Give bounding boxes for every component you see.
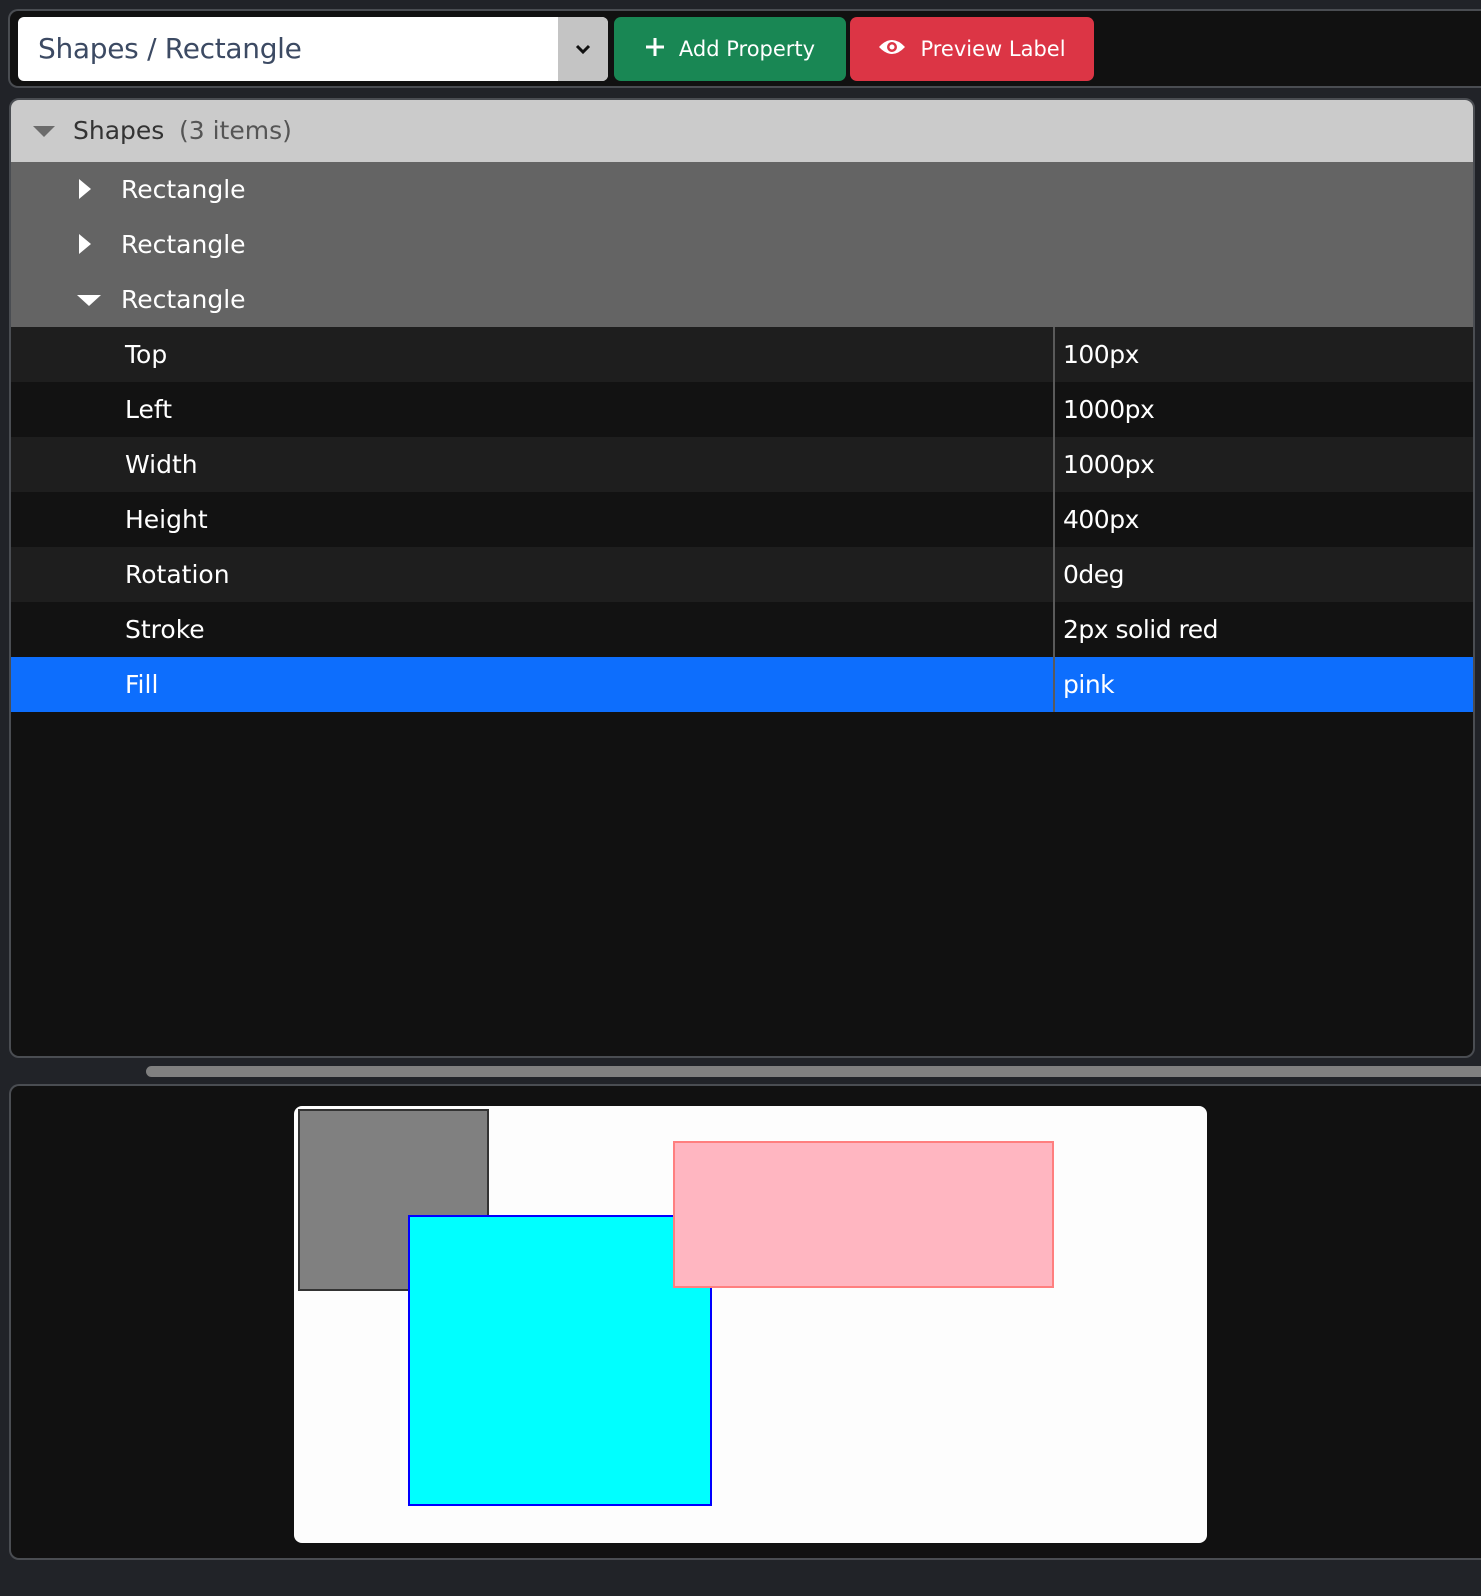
property-key: Left <box>125 395 173 424</box>
pink-rectangle[interactable] <box>673 1141 1054 1288</box>
column-divider <box>1053 492 1055 547</box>
preview-label-button[interactable]: Preview Label <box>850 17 1094 81</box>
caret-right-icon[interactable] <box>79 179 91 199</box>
caret-right-icon[interactable] <box>79 234 91 254</box>
scrollbar-thumb[interactable] <box>146 1066 1481 1077</box>
property-value[interactable]: 100px <box>1063 327 1139 382</box>
horizontal-scrollbar[interactable] <box>0 1060 1481 1082</box>
toolbar: Shapes / Rectangle Add Property Preview … <box>8 9 1481 88</box>
property-row-top[interactable]: Top 100px <box>11 327 1473 382</box>
shape-select-value: Shapes / Rectangle <box>38 32 302 65</box>
column-divider <box>1053 382 1055 437</box>
property-row-width[interactable]: Width 1000px <box>11 437 1473 492</box>
property-row-stroke[interactable]: Stroke 2px solid red <box>11 602 1473 657</box>
property-row-height[interactable]: Height 400px <box>11 492 1473 547</box>
tree-item-label: Rectangle <box>121 285 246 314</box>
column-divider <box>1053 327 1055 382</box>
property-value[interactable]: 400px <box>1063 492 1139 547</box>
tree-item-rectangle-1[interactable]: Rectangle <box>11 162 1473 217</box>
property-value[interactable]: 0deg <box>1063 547 1125 602</box>
tree-item-label: Rectangle <box>121 175 246 204</box>
property-key: Width <box>125 450 198 479</box>
plus-icon <box>645 37 665 62</box>
property-value[interactable]: pink <box>1063 657 1115 712</box>
tree-item-rectangle-2[interactable]: Rectangle <box>11 217 1473 272</box>
property-key: Rotation <box>125 560 230 589</box>
tree-item-rectangle-3[interactable]: Rectangle <box>11 272 1473 327</box>
property-row-left[interactable]: Left 1000px <box>11 382 1473 437</box>
column-divider <box>1053 602 1055 657</box>
property-value[interactable]: 1000px <box>1063 382 1155 437</box>
chevron-down-icon[interactable] <box>558 17 608 81</box>
property-row-rotation[interactable]: Rotation 0deg <box>11 547 1473 602</box>
property-value[interactable]: 2px solid red <box>1063 602 1219 657</box>
preview-canvas <box>294 1106 1207 1543</box>
column-divider <box>1053 657 1055 712</box>
tree-root-label: Shapes <box>73 116 165 145</box>
column-divider <box>1053 547 1055 602</box>
column-divider <box>1053 437 1055 492</box>
property-key: Height <box>125 505 208 534</box>
caret-down-icon[interactable] <box>77 295 101 306</box>
property-key: Fill <box>125 670 159 699</box>
preview-label-text: Preview Label <box>920 37 1066 61</box>
property-row-fill[interactable]: Fill pink <box>11 657 1473 712</box>
shape-select[interactable]: Shapes / Rectangle <box>18 17 608 81</box>
property-key: Top <box>125 340 168 369</box>
tree-root-shapes[interactable]: Shapes (3 items) <box>11 100 1473 162</box>
property-tree-panel: Shapes (3 items) Rectangle Rectangle Rec… <box>9 98 1475 1058</box>
cyan-rectangle[interactable] <box>408 1215 712 1506</box>
add-property-button[interactable]: Add Property <box>614 17 846 81</box>
caret-down-icon[interactable] <box>33 126 55 137</box>
add-property-label: Add Property <box>678 37 816 61</box>
tree-item-label: Rectangle <box>121 230 246 259</box>
preview-panel <box>9 1084 1481 1560</box>
property-value[interactable]: 1000px <box>1063 437 1155 492</box>
eye-icon <box>878 37 906 62</box>
tree-root-count: (3 items) <box>179 116 292 145</box>
property-key: Stroke <box>125 615 205 644</box>
